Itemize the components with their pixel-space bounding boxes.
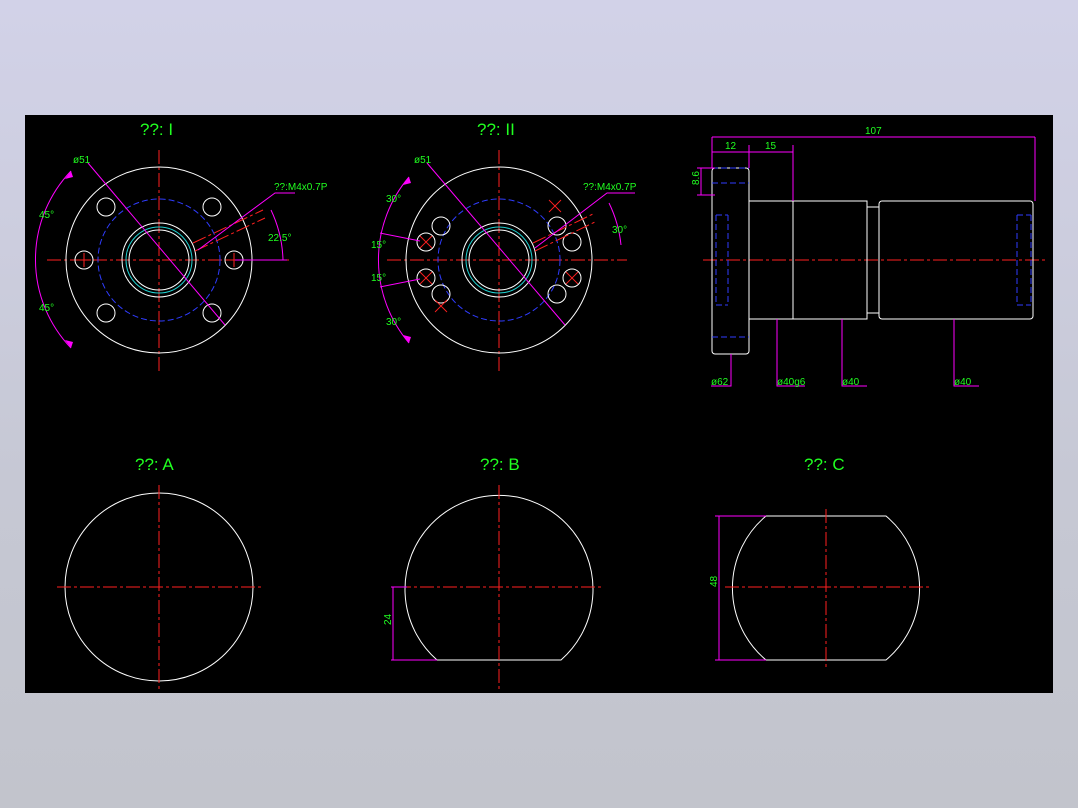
v2-angle-right: 30°	[612, 225, 627, 236]
view-a: ??: A	[57, 455, 261, 689]
side-dim-step: 15	[765, 141, 777, 152]
side-dia-body: ø40g6	[777, 377, 806, 388]
view-c-dim: 48	[709, 575, 720, 587]
side-dim-height: 8.6	[691, 171, 702, 185]
v2-angle-c: 15°	[371, 273, 386, 284]
v1-angle-top: 45°	[39, 210, 54, 221]
side-view: 107 12 15 8.6 ø62 ø40g6 ø40 ø40	[691, 126, 1045, 388]
side-dia-flange: ø62	[711, 377, 729, 388]
view-2: ??: II ø51 ??:M4x0.7P 30° 15° 15° 30° 30…	[371, 120, 637, 373]
view-b: ??: B 24	[383, 455, 601, 689]
side-dim-total: 107	[865, 126, 882, 137]
side-dia-mid: ø40	[842, 377, 860, 388]
v2-angle-a: 30°	[386, 194, 401, 205]
view-b-dim: 24	[383, 613, 394, 625]
v2-angle-d: 30°	[386, 317, 401, 328]
view-c: ??: C 48	[709, 455, 929, 667]
view-1: ??: I ø51 ??:M4x0.7P 45° 45° 22.5°	[35, 120, 328, 373]
v2-dia-label: ø51	[414, 155, 432, 166]
view-2-title: ??: II	[477, 120, 515, 139]
view-c-title: ??: C	[804, 455, 845, 474]
v1-angle-right: 22.5°	[268, 233, 291, 244]
cad-drawing-canvas: ??: I ø51 ??:M4x0.7P 45° 45° 22.5° ??: I…	[25, 115, 1053, 693]
v1-angle-bottom: 45°	[39, 303, 54, 314]
view-a-title: ??: A	[135, 455, 174, 474]
view-b-title: ??: B	[480, 455, 520, 474]
drawing-svg: ??: I ø51 ??:M4x0.7P 45° 45° 22.5° ??: I…	[35, 120, 1045, 689]
side-dia-right: ø40	[954, 377, 972, 388]
v2-thread-label: ??:M4x0.7P	[583, 182, 637, 193]
v1-dia-label: ø51	[73, 155, 91, 166]
v1-thread-label: ??:M4x0.7P	[274, 182, 328, 193]
v2-angle-b: 15°	[371, 240, 386, 251]
side-dim-flange: 12	[725, 141, 737, 152]
view-1-title: ??: I	[140, 120, 173, 139]
